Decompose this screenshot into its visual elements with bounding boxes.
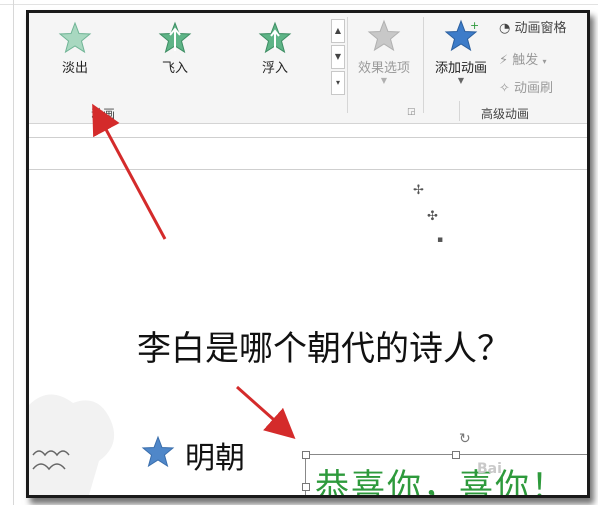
animation-fade-label: 淡出 <box>61 61 88 76</box>
answer-star-icon <box>141 435 175 468</box>
float-in-star-icon <box>258 21 292 54</box>
rotate-handle-icon[interactable]: ↻ <box>459 431 471 447</box>
fly-in-star-icon <box>158 21 192 54</box>
slide-answer-text[interactable]: 明朝 <box>185 433 245 477</box>
animation-painter-icon: ✧ <box>499 81 510 96</box>
outer-top-border <box>0 4 598 5</box>
animation-fly-in-label: 飞入 <box>161 61 188 76</box>
add-animation-button[interactable]: + 添加动画 ▼ <box>429 19 493 86</box>
resize-handle[interactable] <box>452 451 460 459</box>
slide-guide-line <box>29 169 587 170</box>
animation-painter-button[interactable]: ✧ 动画刷 <box>499 77 553 96</box>
add-animation-star-icon: + <box>444 19 479 52</box>
screenshot-frame: 淡出 飞入 浮入 ▲ ▼ ▾ 效果选项 ▼ 添加动画 ▼ ◔ 动画窗格 ⚡ 触发… <box>26 10 590 498</box>
animation-pane-icon: ◔ <box>499 21 511 36</box>
dialog-launcher-icon[interactable]: ◲ <box>407 107 416 117</box>
watermark-logo: Bai <box>477 461 502 477</box>
fade-star-icon <box>58 21 92 54</box>
animation-pane-button[interactable]: ◔ 动画窗格 <box>499 17 567 36</box>
effect-options-button[interactable]: 效果选项 ▼ <box>351 19 417 86</box>
animation-fade-button[interactable]: 淡出 <box>43 21 107 76</box>
add-animation-caret-icon: ▼ <box>457 76 465 85</box>
animation-painter-label: 动画刷 <box>514 81 554 96</box>
ribbon-separator <box>423 17 424 113</box>
ribbon-separator <box>459 101 460 121</box>
outer-left-border <box>13 0 14 505</box>
trigger-lightning-icon: ⚡ <box>499 53 509 68</box>
trigger-caret-icon: ▾ <box>542 57 547 66</box>
animation-ribbon: 淡出 飞入 浮入 ▲ ▼ ▾ 效果选项 ▼ 添加动画 ▼ ◔ 动画窗格 ⚡ 触发… <box>29 13 587 124</box>
animation-float-in-label: 浮入 <box>261 61 288 76</box>
slide-congrats-text[interactable]: 恭喜你，喜你！ <box>315 459 567 495</box>
gallery-more-button[interactable]: ▾ <box>331 71 345 95</box>
animation-group-label: 动画 <box>91 107 116 121</box>
add-animation-label: 添加动画 <box>434 61 487 76</box>
resize-handle[interactable] <box>302 483 310 491</box>
slide-guide-line <box>29 137 587 138</box>
decorative-cloud-image <box>29 394 115 495</box>
effect-options-star-icon <box>367 19 401 52</box>
effect-options-label: 效果选项 <box>357 61 410 76</box>
animation-float-in-button[interactable]: 浮入 <box>243 21 307 76</box>
advanced-animation-group-label: 高级动画 <box>481 107 530 121</box>
slide-question-text[interactable]: 李白是哪个朝代的诗人？ <box>137 321 511 370</box>
effect-options-caret-icon: ▼ <box>380 76 388 85</box>
animation-gallery-scroll: ▲ ▼ ▾ <box>331 19 345 95</box>
rotated-text-fragment: ▪ <box>437 235 444 245</box>
gallery-scroll-down-button[interactable]: ▼ <box>331 45 345 69</box>
resize-handle[interactable] <box>302 451 310 459</box>
ribbon-separator <box>347 17 348 113</box>
animation-fly-in-button[interactable]: 飞入 <box>143 21 207 76</box>
animation-pane-label: 动画窗格 <box>514 21 567 36</box>
trigger-label: 触发 <box>512 53 539 68</box>
rotated-text-fragment: ✣ <box>427 209 438 224</box>
rotated-text-fragment: ✢ <box>413 183 424 198</box>
gallery-scroll-up-button[interactable]: ▲ <box>331 19 345 43</box>
svg-text:+: + <box>470 19 478 32</box>
trigger-button[interactable]: ⚡ 触发 ▾ <box>499 49 546 68</box>
